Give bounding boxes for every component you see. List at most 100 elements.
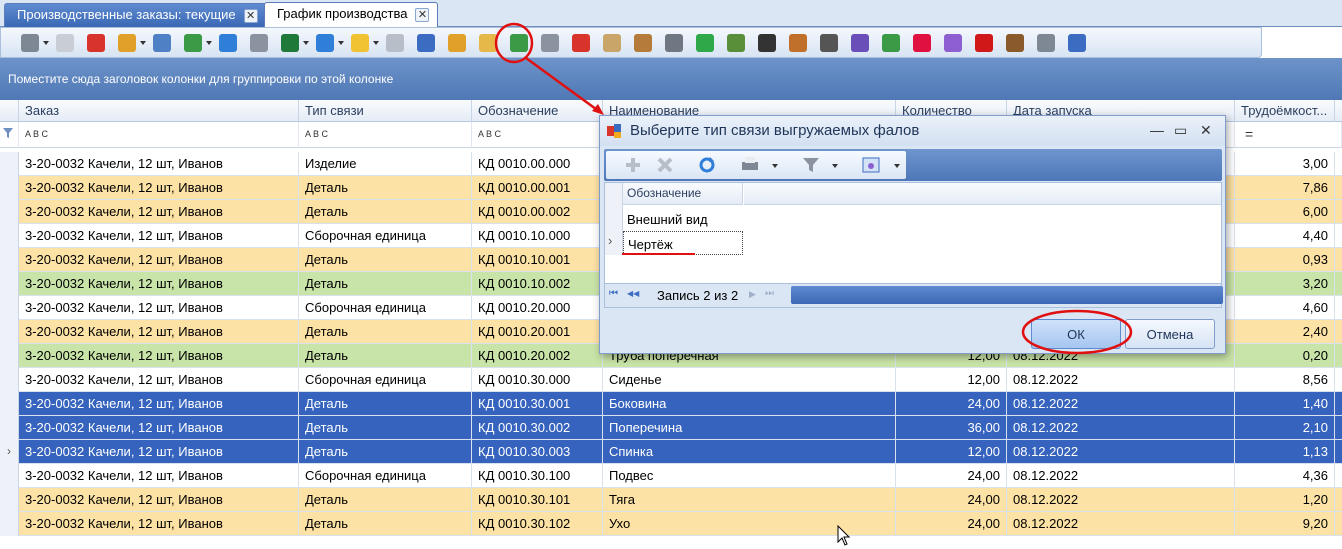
order-cell[interactable]: 3-20-0032 Качели, 12 шт, Иванов [19, 272, 299, 296]
first-record-icon[interactable]: ⏮ [609, 288, 618, 299]
quantity-cell[interactable]: 24,00 [896, 464, 1007, 488]
filter-order[interactable]: A B C [19, 122, 299, 148]
order-cell[interactable]: 3-20-0032 Качели, 12 шт, Иванов [19, 368, 299, 392]
link-type-cell[interactable]: Деталь [299, 344, 472, 368]
order-cell[interactable]: 3-20-0032 Качели, 12 шт, Иванов [19, 464, 299, 488]
up-arrow-icon[interactable] [975, 34, 993, 52]
order-cell[interactable]: 3-20-0032 Качели, 12 шт, Иванов [19, 512, 299, 536]
row-indicator[interactable] [0, 296, 19, 320]
table-row[interactable]: 3-20-0032 Качели, 12 шт, Иванов Деталь КД … [0, 488, 1342, 512]
minimize-icon[interactable]: — [1150, 122, 1164, 138]
row-indicator[interactable] [0, 392, 19, 416]
tools-icon[interactable] [250, 34, 268, 52]
link-type-cell[interactable]: Деталь [299, 272, 472, 296]
link-type-cell[interactable]: Деталь [299, 488, 472, 512]
column-header-designation[interactable]: Обозначение [623, 183, 743, 205]
checklist-icon[interactable] [727, 34, 745, 52]
filter-link-type[interactable]: A B C [299, 122, 472, 148]
filter-icon[interactable] [802, 156, 820, 174]
link-type-cell[interactable]: Деталь [299, 176, 472, 200]
designation-cell[interactable]: КД 0010.10.002 [472, 272, 603, 296]
table-row[interactable]: 3-20-0032 Качели, 12 шт, Иванов Сборочная… [0, 368, 1342, 392]
designation-cell[interactable]: КД 0010.10.000 [472, 224, 603, 248]
row-indicator[interactable] [0, 248, 19, 272]
designation-cell[interactable]: КД 0010.30.102 [472, 512, 603, 536]
order-cell[interactable]: 3-20-0032 Качели, 12 шт, Иванов [19, 152, 299, 176]
table-row[interactable]: 3-20-0032 Качели, 12 шт, Иванов Сборочная… [0, 464, 1342, 488]
link-type-cell[interactable]: Деталь [299, 200, 472, 224]
link-type-cell[interactable]: Деталь [299, 512, 472, 536]
link-type-cell[interactable]: Деталь [299, 320, 472, 344]
print-dropdown-icon[interactable] [772, 164, 778, 168]
order-cell[interactable]: 3-20-0032 Качели, 12 шт, Иванов [19, 320, 299, 344]
designation-cell[interactable]: КД 0010.00.000 [472, 152, 603, 176]
filter-dropdown-icon[interactable] [832, 164, 838, 168]
find-dropdown-icon[interactable] [140, 41, 146, 45]
labor-cell[interactable]: 6,00 [1235, 200, 1335, 224]
filter-icon[interactable] [0, 122, 19, 148]
link-type-cell[interactable]: Деталь [299, 248, 472, 272]
launch-date-cell[interactable]: 08.12.2022 [1007, 488, 1235, 512]
labor-cell[interactable]: 1,20 [1235, 488, 1335, 512]
row-indicator[interactable] [0, 200, 19, 224]
order-cell[interactable]: 3-20-0032 Качели, 12 шт, Иванов [19, 416, 299, 440]
quantity-cell[interactable]: 24,00 [896, 392, 1007, 416]
labor-cell[interactable]: 7,86 [1235, 176, 1335, 200]
tab-production-orders[interactable]: Производственные заказы: текущие ✕ [4, 3, 267, 27]
clipboard-icon[interactable] [603, 34, 621, 52]
order-cell[interactable]: 3-20-0032 Качели, 12 шт, Иванов [19, 224, 299, 248]
labor-cell[interactable]: 4,60 [1235, 296, 1335, 320]
row-indicator[interactable] [0, 176, 19, 200]
order-cell[interactable]: 3-20-0032 Качели, 12 шт, Иванов [19, 296, 299, 320]
pages-icon[interactable] [448, 34, 466, 52]
link-type-cell[interactable]: Деталь [299, 416, 472, 440]
excel-dropdown-icon[interactable] [303, 41, 309, 45]
labor-cell[interactable]: 0,20 [1235, 344, 1335, 368]
close-icon[interactable]: ✕ [243, 8, 258, 23]
binoculars-icon[interactable] [758, 34, 776, 52]
send-dropdown-icon[interactable] [338, 41, 344, 45]
close-icon[interactable]: ✕ [1200, 122, 1212, 139]
launch-date-cell[interactable]: 08.12.2022 [1007, 368, 1235, 392]
link-icon[interactable] [1037, 34, 1055, 52]
table-row[interactable]: 3-20-0032 Качели, 12 шт, Иванов Деталь КД … [0, 416, 1342, 440]
row-indicator[interactable]: › [0, 440, 19, 464]
labor-cell[interactable]: 8,56 [1235, 368, 1335, 392]
order-cell[interactable]: 3-20-0032 Качели, 12 шт, Иванов [19, 176, 299, 200]
link-type-cell[interactable]: Деталь [299, 440, 472, 464]
launch-date-cell[interactable]: 08.12.2022 [1007, 416, 1235, 440]
filter-icon[interactable] [541, 34, 559, 52]
window-icon[interactable] [1068, 34, 1086, 52]
name-cell[interactable]: Подвес [603, 464, 896, 488]
row-indicator[interactable] [0, 224, 19, 248]
labor-cell[interactable]: 4,36 [1235, 464, 1335, 488]
designation-cell[interactable]: КД 0010.30.101 [472, 488, 603, 512]
designation-cell[interactable]: КД 0010.30.003 [472, 440, 603, 464]
print-icon[interactable] [740, 156, 760, 174]
name-cell[interactable]: Сиденье [603, 368, 896, 392]
refresh-icon[interactable] [698, 156, 716, 174]
report-icon[interactable] [882, 34, 900, 52]
filter-designation[interactable]: A B C [472, 122, 603, 148]
next-record-icon[interactable]: ▶ [749, 289, 756, 300]
chart-dropdown-icon[interactable] [206, 41, 212, 45]
name-cell[interactable]: Ухо [603, 512, 896, 536]
list-item-external-view[interactable]: Внешний вид [623, 207, 743, 231]
link-type-cell[interactable]: Сборочная единица [299, 296, 472, 320]
row-indicator[interactable] [0, 272, 19, 296]
order-cell[interactable]: 3-20-0032 Качели, 12 шт, Иванов [19, 440, 299, 464]
order-cell[interactable]: 3-20-0032 Качели, 12 шт, Иванов [19, 200, 299, 224]
labor-cell[interactable]: 3,20 [1235, 272, 1335, 296]
designation-cell[interactable]: КД 0010.20.001 [472, 320, 603, 344]
link-type-cell[interactable]: Сборочная единица [299, 224, 472, 248]
designation-cell[interactable]: КД 0010.20.002 [472, 344, 603, 368]
horizontal-scrollbar[interactable] [791, 286, 1223, 304]
table-row[interactable]: › 3-20-0032 Качели, 12 шт, Иванов Деталь КД… [0, 440, 1342, 464]
designation-cell[interactable]: КД 0010.20.000 [472, 296, 603, 320]
prev-page-icon[interactable]: ◀◀ [627, 289, 639, 298]
row-indicator[interactable] [0, 368, 19, 392]
users-icon[interactable] [789, 34, 807, 52]
send-icon[interactable] [316, 34, 334, 52]
underline-icon[interactable] [913, 34, 931, 52]
column-header-designation[interactable]: Обозначение [472, 100, 603, 122]
